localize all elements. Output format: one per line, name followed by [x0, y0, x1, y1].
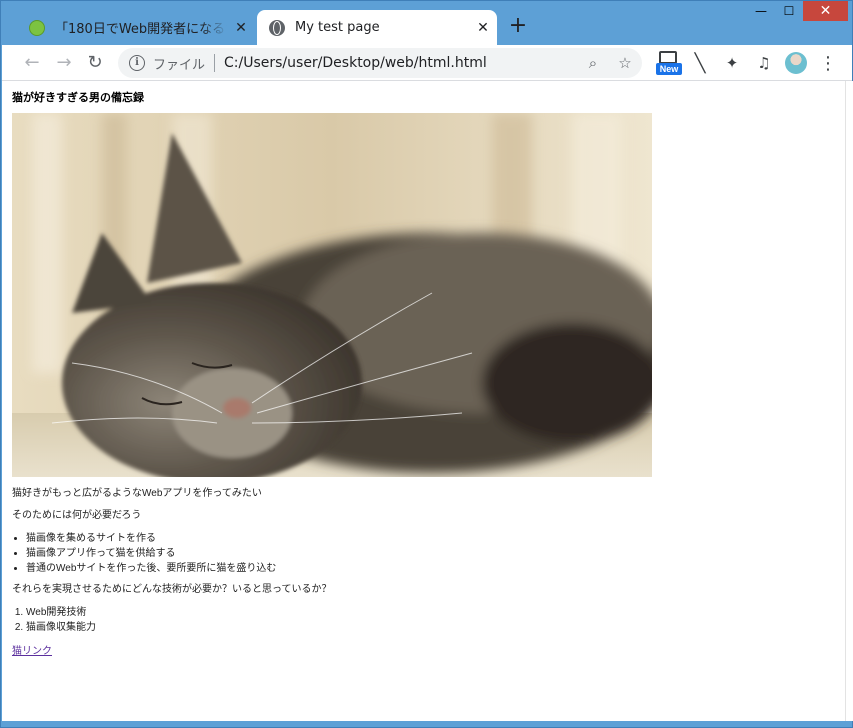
list-item: Web開発技術	[26, 605, 836, 620]
green-site-icon	[29, 19, 45, 36]
paragraph-2: そのためには何が必要だろう	[12, 510, 142, 521]
puzzle-icon[interactable]: ✦	[716, 49, 748, 77]
forward-button[interactable]: →	[52, 51, 76, 75]
tab-title: My test page	[295, 20, 380, 35]
menu-icon[interactable]: ⋮	[812, 49, 844, 77]
info-icon[interactable]: i	[129, 55, 145, 71]
tab-strip: 「180日でWeb開発者になるための ✕ My test page ✕ + — …	[1, 1, 853, 45]
tab-my-test-page[interactable]: My test page ✕	[257, 10, 497, 45]
list-item: 猫画像収集能力	[26, 620, 836, 635]
list-item: 普通のWebサイトを作った後、要所要所に猫を盛り込む	[26, 561, 836, 576]
profile-avatar-button[interactable]	[780, 49, 812, 77]
new-tab-button[interactable]: +	[504, 13, 532, 41]
right-edge	[845, 81, 853, 721]
new-badge-label: New	[656, 63, 682, 75]
browser-toolbar: ← → ↻ i ファイル C:/Users/user/Desktop/web/h…	[2, 45, 852, 81]
extensions-area: New ╲ ✦ ♫ ⋮	[652, 49, 844, 77]
tab-180days[interactable]: 「180日でWeb開発者になるための ✕	[19, 10, 255, 45]
back-button[interactable]: ←	[20, 51, 44, 75]
divider	[214, 54, 216, 72]
list-item: 猫画像アプリ作って猫を供給する	[26, 546, 836, 561]
scheme-label: ファイル	[153, 57, 206, 73]
zoom-icon[interactable]: ⌕	[584, 53, 602, 73]
paragraph-3: それらを実現させるためにどんな技術が必要か？いると思っているか？	[12, 584, 332, 595]
address-bar[interactable]: i ファイル C:/Users/user/Desktop/web/html.ht…	[118, 48, 642, 78]
paragraph-1: 猫好きがもっと広がるようなWebアプリを作ってみたい	[12, 488, 262, 499]
window-close-button[interactable]: ✕	[803, 1, 848, 21]
new-badge-icon: New	[656, 51, 682, 75]
page-content: 猫が好きすぎる男の備忘録 猫好きがもっと広がるようなWebアプリを作ってみたい …	[2, 81, 846, 665]
page-viewport: 猫が好きすぎる男の備忘録 猫好きがもっと広がるようなWebアプリを作ってみたい …	[2, 81, 846, 721]
new-extension-button[interactable]: New	[652, 49, 684, 77]
maximize-button[interactable]: ☐	[775, 1, 803, 21]
close-icon[interactable]: ✕	[469, 20, 497, 36]
bookmark-star-icon[interactable]: ☆	[616, 53, 634, 73]
close-icon[interactable]: ✕	[227, 20, 255, 36]
globe-icon	[269, 19, 285, 36]
url-text[interactable]: C:/Users/user/Desktop/web/html.html	[224, 55, 487, 71]
numbered-list: Web開発技術 猫画像収集能力	[12, 605, 836, 635]
list-item: 猫画像を集めるサイトを作る	[26, 531, 836, 546]
tab-title: 「180日でWeb開発者になるための	[55, 22, 227, 37]
browser-window: 「180日でWeb開発者になるための ✕ My test page ✕ + — …	[0, 0, 853, 728]
media-control-icon[interactable]: ♫	[748, 49, 780, 77]
window-controls: — ☐ ✕	[747, 1, 848, 23]
page-heading: 猫が好きすぎる男の備忘録	[12, 92, 144, 104]
slash-extension-icon[interactable]: ╲	[684, 49, 716, 77]
cat-photo	[12, 113, 652, 477]
bullet-list: 猫画像を集めるサイトを作る 猫画像アプリ作って猫を供給する 普通のWebサイトを…	[12, 531, 836, 576]
cat-link[interactable]: 猫リンク	[12, 646, 52, 657]
omnibox-actions: ⌕ ☆	[584, 53, 634, 73]
minimize-button[interactable]: —	[747, 1, 775, 21]
reload-button[interactable]: ↻	[83, 51, 107, 75]
avatar	[785, 52, 807, 74]
